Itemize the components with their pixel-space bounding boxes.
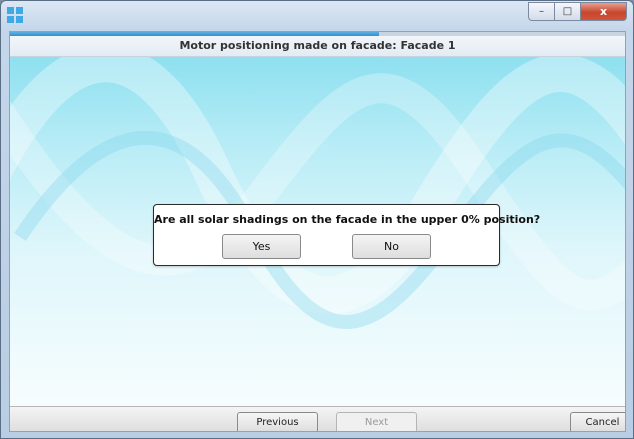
no-button[interactable]: No [352,234,431,259]
dialog-question: Are all solar shadings on the facade in … [154,213,541,226]
title-bar[interactable]: – □ x [1,1,633,33]
window-controls: – □ x [528,2,627,21]
wizard-footer: Previous Next Cancel [10,406,625,431]
minimize-icon: – [539,6,544,17]
minimize-button[interactable]: – [528,2,555,21]
previous-button[interactable]: Previous [237,412,318,431]
close-icon: x [599,5,608,18]
close-button[interactable]: x [581,2,627,21]
maximize-button[interactable]: □ [555,2,581,21]
yes-button[interactable]: Yes [222,234,301,259]
page-title: Motor positioning made on facade: Facade… [10,36,625,57]
application-window: – □ x Motor positioning made on facade: … [0,0,634,439]
maximize-icon: □ [562,6,573,17]
wizard-content: Are all solar shadings on the facade in … [10,57,625,406]
cancel-button[interactable]: Cancel [570,412,625,431]
wizard-panel: Motor positioning made on facade: Facade… [9,31,626,432]
windows-tiles-icon [7,7,23,23]
confirmation-dialog: Are all solar shadings on the facade in … [153,204,541,266]
next-button[interactable]: Next [336,412,417,431]
